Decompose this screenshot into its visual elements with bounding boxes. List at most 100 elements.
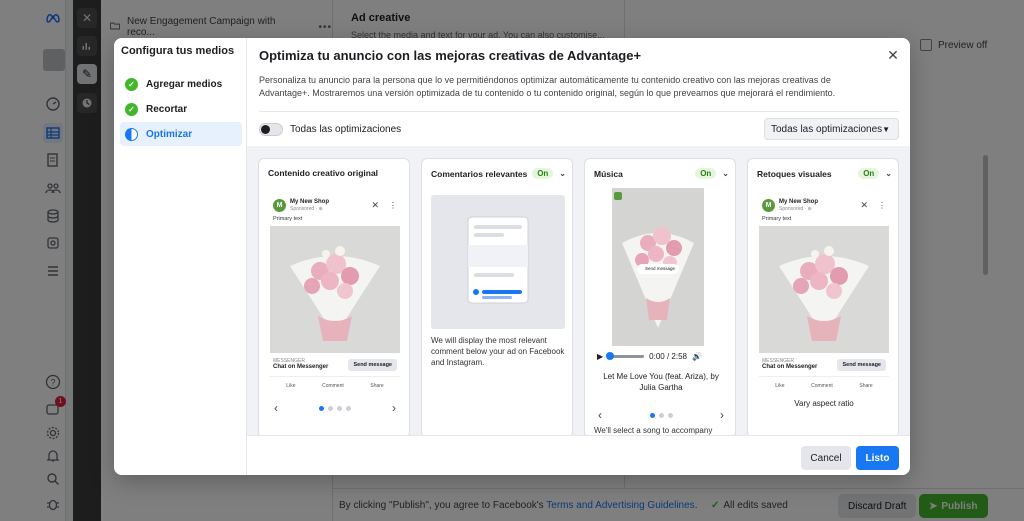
all-optimizations-toggle[interactable]: [259, 123, 283, 136]
close-icon: ✕: [371, 200, 379, 210]
page-dots: [649, 412, 673, 418]
page-dot[interactable]: [319, 405, 324, 411]
volume-icon[interactable]: 🔊: [692, 352, 702, 361]
sponsored-label: Sponsored · ⊕: [290, 206, 323, 212]
optimize-header: Optimiza tu anuncio con las mejoras crea…: [247, 38, 910, 146]
sidebar-title: Configura tus medios: [121, 45, 235, 57]
shop-name: My New Shop: [779, 199, 819, 205]
card-title: Contenido creativo original: [268, 168, 379, 178]
card-header: Música On ⌄: [594, 168, 729, 179]
step-label: Recortar: [146, 103, 188, 115]
advantage-plus-modal: Configura tus medios ✓ Agregar medios ✓ …: [114, 38, 910, 475]
page-dot[interactable]: [658, 412, 664, 418]
ad-mockup: M My New Shop Sponsored · ⊕ ✕ ⋮ Primary …: [759, 195, 889, 431]
chevron-down-icon[interactable]: ⌄: [722, 169, 729, 178]
cancel-button[interactable]: Cancel: [801, 446, 851, 470]
story-cta: Send message: [644, 266, 676, 271]
play-icon[interactable]: ▶: [597, 352, 603, 361]
share-action: Share: [859, 383, 873, 389]
next-chevron-icon[interactable]: ›: [392, 401, 396, 415]
chevron-down-icon[interactable]: ⌄: [559, 169, 566, 178]
modal-title: Optimiza tu anuncio con las mejoras crea…: [259, 48, 642, 63]
visual-caption: Vary aspect ratio: [794, 399, 854, 408]
next-chevron-icon[interactable]: ›: [720, 408, 724, 422]
chat-label: Chat on Messenger: [273, 364, 329, 370]
comment-illustration: [431, 195, 565, 329]
completed-check-icon: ✓: [125, 102, 138, 116]
status-badge: On: [858, 168, 880, 179]
page-dot[interactable]: [649, 412, 655, 418]
ad-actions: Like Comment Share: [759, 377, 889, 395]
optimize-content: Optimiza tu anuncio con las mejoras crea…: [247, 38, 910, 475]
step-add-media[interactable]: ✓ Agregar medios: [120, 72, 242, 96]
like-action: Like: [286, 383, 296, 389]
send-message-button: Send message: [837, 358, 886, 371]
modal-description: Personaliza tu anuncio para la persona q…: [259, 75, 836, 98]
step-optimize[interactable]: Optimizar: [120, 122, 242, 146]
card-title: Música: [594, 168, 623, 179]
ad-mockup: M My New Shop Sponsored · ⊕ ✕ ⋮ Primary …: [270, 195, 400, 431]
card-title: Comentarios relevantes: [431, 168, 528, 179]
completed-check-icon: ✓: [125, 77, 138, 91]
in-progress-icon: [125, 127, 138, 141]
step-label: Agregar medios: [146, 78, 223, 90]
page-dot[interactable]: [346, 405, 351, 411]
song-title: Let Me Love You (feat. Ariza), by Julia …: [603, 372, 719, 392]
music-card: Música On ⌄ Send message ▶ 0:00 / 2:58 🔊…: [584, 158, 736, 438]
comment-action: Comment: [322, 383, 344, 389]
dropdown-value: Todas las optimizaciones: [771, 123, 883, 135]
more-vertical-icon: ⋮: [878, 201, 886, 210]
close-icon[interactable]: ✕: [885, 47, 901, 63]
carousel-pager: ‹ ›: [594, 408, 728, 422]
optimizations-dropdown[interactable]: Todas las optimizaciones ▼: [764, 118, 899, 140]
like-action: Like: [775, 383, 785, 389]
send-message-button: Send message: [348, 358, 397, 371]
carousel-pager: ‹ ›: [270, 401, 400, 415]
card-title: Retoques visuales: [757, 168, 832, 179]
relevant-comments-card: Comentarios relevantes On ⌄ We will disp…: [421, 158, 573, 438]
shop-avatar: M: [762, 199, 775, 212]
modal-footer: Cancel Listo: [247, 435, 910, 475]
page-dot[interactable]: [337, 405, 342, 411]
audio-time: 0:00 / 2:58: [649, 352, 687, 361]
ad-header: M My New Shop Sponsored · ⊕ ✕ ⋮: [270, 195, 400, 216]
toggle-label: Todas las optimizaciones: [290, 124, 402, 135]
audio-player: ▶ 0:00 / 2:58 🔊: [597, 352, 727, 361]
more-vertical-icon: ⋮: [389, 201, 397, 210]
card-header: Comentarios relevantes On ⌄: [431, 168, 566, 179]
media-setup-sidebar: Configura tus medios ✓ Agregar medios ✓ …: [114, 38, 247, 475]
visual-touchups-card: Retoques visuales On ⌄ M My New Shop Spo…: [747, 158, 899, 438]
page-dot[interactable]: [667, 412, 673, 418]
prev-chevron-icon[interactable]: ‹: [598, 408, 602, 422]
primary-text: Primary text: [273, 216, 303, 222]
prev-chevron-icon[interactable]: ‹: [274, 401, 278, 415]
ad-cta-row: MESSENGER Chat on Messenger Send message: [759, 353, 889, 377]
bouquet-image: [270, 226, 400, 353]
ad-cta-row: MESSENGER Chat on Messenger Send message: [270, 353, 400, 377]
close-icon: ✕: [860, 200, 868, 210]
share-action: Share: [370, 383, 384, 389]
original-creative-card: Contenido creativo original M My New Sho…: [258, 158, 410, 438]
status-badge: On: [695, 168, 717, 179]
page-dot[interactable]: [328, 405, 333, 411]
step-label: Optimizar: [146, 128, 193, 140]
page-dots: [319, 405, 351, 411]
ad-header: M My New Shop Sponsored · ⊕ ✕ ⋮: [759, 195, 889, 216]
card-header: Contenido creativo original: [268, 168, 403, 178]
done-button[interactable]: Listo: [856, 446, 899, 470]
ad-actions: Like Comment Share: [270, 377, 400, 395]
shop-avatar: M: [273, 199, 286, 212]
comments-explanation: We will display the most relevant commen…: [431, 336, 565, 367]
comment-action: Comment: [811, 383, 833, 389]
bouquet-image: [759, 226, 889, 353]
card-header: Retoques visuales On ⌄: [757, 168, 892, 179]
status-badge: On: [532, 168, 554, 179]
chat-label: Chat on Messenger: [762, 364, 818, 370]
caret-down-icon: ▼: [882, 125, 890, 134]
sponsored-label: Sponsored · ⊕: [779, 206, 812, 212]
chevron-down-icon[interactable]: ⌄: [885, 169, 892, 178]
primary-text: Primary text: [762, 216, 792, 222]
step-crop[interactable]: ✓ Recortar: [120, 97, 242, 121]
shop-name: My New Shop: [290, 199, 330, 205]
audio-progress-slider[interactable]: [606, 352, 645, 360]
